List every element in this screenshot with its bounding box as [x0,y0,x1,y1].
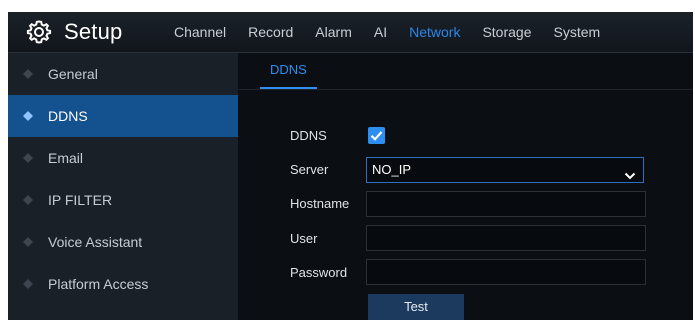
diamond-icon [22,278,34,290]
tab-system[interactable]: System [554,22,601,42]
top-nav: Channel Record Alarm AI Network Storage … [174,12,622,52]
ddns-label: DDNS [290,128,327,143]
password-label: Password [290,265,348,280]
setup-window: Setup Channel Record Alarm AI Network St… [8,12,693,320]
test-button[interactable]: Test [368,294,464,320]
diamond-icon [22,110,34,122]
sidebar-item-label: DDNS [48,108,88,124]
sidebar: General DDNS Email IP FILTER Voice Assis… [8,53,238,320]
diamond-icon [22,68,34,80]
tab-channel[interactable]: Channel [174,22,226,42]
sidebar-item-label: Email [48,150,84,166]
tab-storage[interactable]: Storage [482,22,531,42]
tab-record[interactable]: Record [248,22,293,42]
chevron-down-icon [624,165,636,189]
ddns-enable-checkbox[interactable] [368,127,385,144]
subtab-ddns[interactable]: DDNS [260,53,317,89]
diamond-icon [22,194,34,206]
sidebar-item-platform-access[interactable]: Platform Access [8,263,238,305]
user-label: User [290,231,318,246]
sidebar-item-email[interactable]: Email [8,137,238,179]
server-label: Server [290,162,329,177]
brand: Setup [26,18,123,46]
hostname-input[interactable] [366,191,646,217]
tab-network[interactable]: Network [409,22,460,42]
checkmark-icon [370,131,383,141]
page-title: Setup [64,19,123,44]
sidebar-item-general[interactable]: General [8,53,238,95]
tab-ai[interactable]: AI [374,22,387,42]
sidebar-item-ddns[interactable]: DDNS [8,95,238,137]
server-select-value: NO_IP [372,162,412,177]
diamond-icon [22,236,34,248]
diamond-icon [22,152,34,164]
hostname-label: Hostname [290,196,350,211]
sidebar-item-label: General [48,66,98,82]
sidebar-item-label: Voice Assistant [48,234,143,250]
sidebar-item-voice-assistant[interactable]: Voice Assistant [8,221,238,263]
top-header: Setup Channel Record Alarm AI Network St… [8,12,693,53]
content-panel: DDNS DDNS Server NO_IP Hostname User Pas… [238,53,693,320]
user-input[interactable] [366,225,646,251]
sidebar-item-label: IP FILTER [48,192,113,208]
gear-icon [26,19,52,45]
server-select[interactable]: NO_IP [366,157,644,183]
tab-alarm[interactable]: Alarm [315,22,352,42]
sidebar-item-ip-filter[interactable]: IP FILTER [8,179,238,221]
sidebar-item-label: Platform Access [48,276,149,292]
password-input[interactable] [366,259,646,285]
subtab-bar: DDNS [238,53,693,90]
